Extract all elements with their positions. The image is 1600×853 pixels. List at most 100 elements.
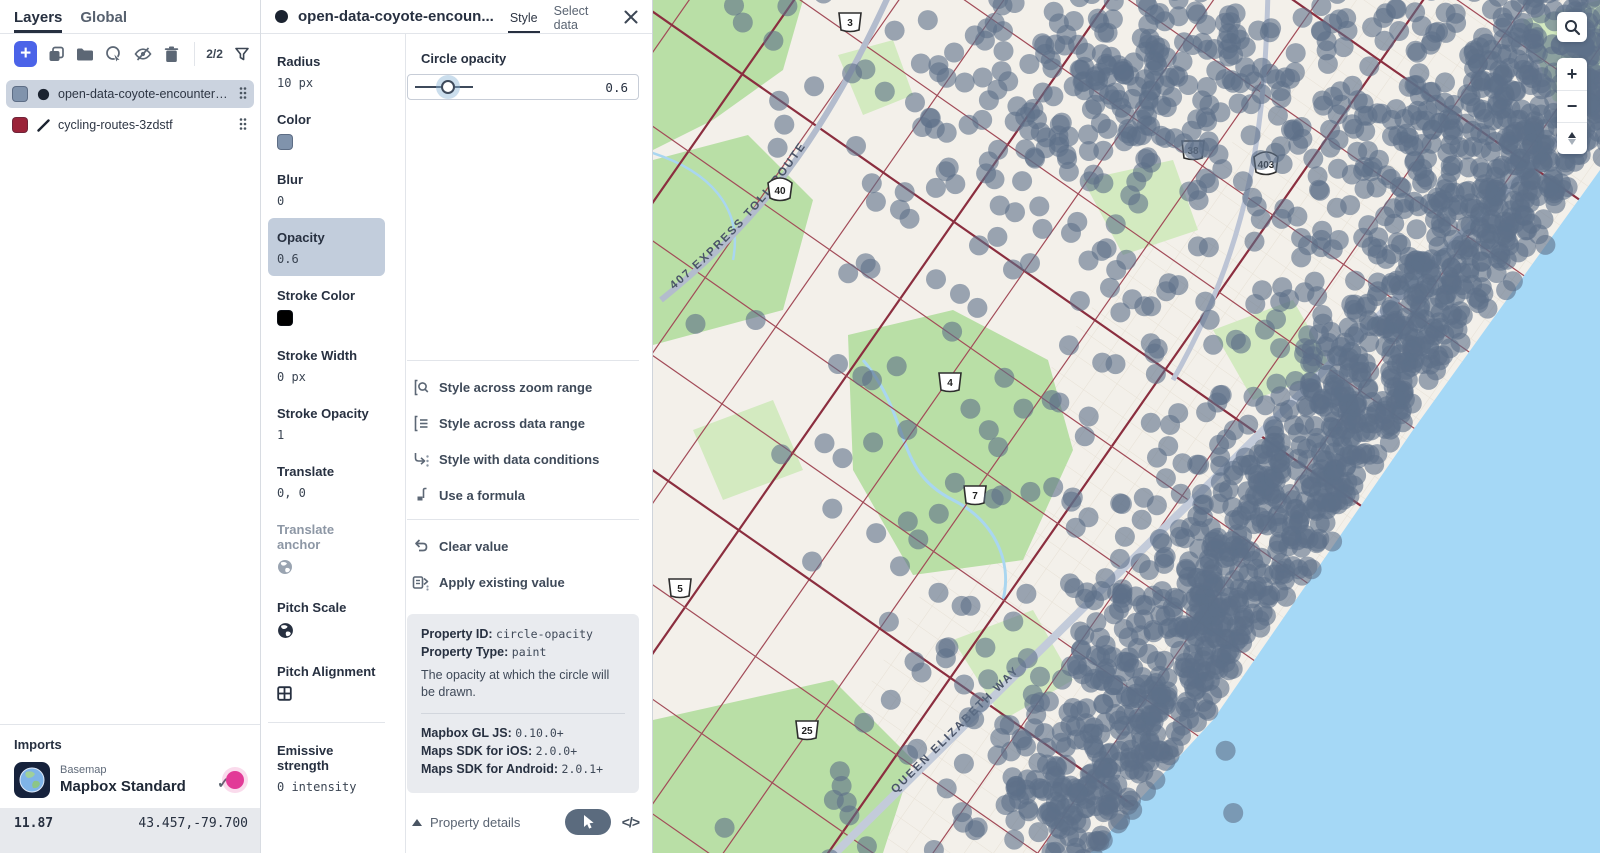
layer-list: open-data-coyote-encounters-7lx... cycli… [0, 74, 260, 142]
coordinates: 43.457,-79.700 [138, 816, 248, 831]
prop-radius[interactable]: Radius 10 px [268, 42, 385, 100]
zoom-range-icon [412, 378, 430, 396]
property-details-toggle[interactable]: Property details [412, 815, 520, 830]
cursor-mode-button[interactable] [565, 809, 611, 835]
delete-layer-icon[interactable] [163, 45, 179, 63]
map-search-button[interactable] [1557, 12, 1587, 42]
basemap-import-row[interactable]: Basemap Mapbox Standard ✓ [14, 762, 246, 798]
duplicate-layer-icon[interactable] [48, 45, 65, 63]
circle-layer-icon [36, 87, 50, 101]
property-editor-title: Circle opacity [421, 51, 652, 66]
hide-layer-icon[interactable] [134, 45, 152, 63]
map-canvas[interactable]: 407 EXPRESS TOLL ROUTE QUEEN ELIZABETH W… [653, 0, 1600, 853]
layer-row-coyote-encounters[interactable]: open-data-coyote-encounters-7lx... [6, 80, 254, 108]
svg-text:25: 25 [801, 726, 813, 737]
prop-translate[interactable]: Translate 0, 0 [268, 452, 385, 510]
tab-select-data[interactable]: Select data [554, 0, 612, 39]
close-icon[interactable] [622, 7, 641, 27]
imports-section: Imports Basemap Mapbox Standard ✓ [0, 724, 260, 808]
property-editor: Circle opacity 0.6 Style across zoom ran… [406, 34, 652, 853]
layer-color-swatch [12, 117, 28, 133]
property-list: Radius 10 px Color Blur 0 Opacity 0.6 St… [268, 42, 385, 804]
opacity-slider-box: 0.6 [407, 74, 639, 100]
line-layer-icon [36, 118, 50, 132]
action-style-with-data-conditions[interactable]: Style with data conditions [408, 441, 652, 477]
prop-blur[interactable]: Blur 0 [268, 160, 385, 218]
basemap-thumbnail [14, 762, 50, 798]
select-on-map-icon[interactable] [105, 45, 123, 63]
editor-header: open-data-coyote-encoun... Style Select … [261, 0, 652, 34]
layer-label: open-data-coyote-encounters-7lx... [58, 87, 228, 101]
svg-text:4: 4 [947, 378, 953, 389]
tab-style[interactable]: Style [510, 2, 538, 32]
globe-icon [277, 622, 376, 642]
property-info-box: Property ID: circle-opacity Property Typ… [407, 614, 639, 793]
gl-js-version: 0.10.0+ [515, 726, 563, 740]
code-view-icon[interactable]: </> [622, 814, 639, 830]
add-layer-button[interactable]: + [14, 41, 37, 67]
svg-text:7: 7 [972, 491, 978, 502]
basemap-kind: Basemap [60, 764, 206, 778]
prop-pitch-alignment[interactable]: Pitch Alignment [268, 652, 385, 714]
circle-layer-icon [275, 10, 288, 23]
opacity-slider[interactable] [415, 86, 473, 88]
prop-opacity[interactable]: Opacity 0.6 [268, 218, 385, 276]
prop-translate-anchor[interactable]: Translate anchor [268, 510, 385, 588]
apply-value-icon [412, 573, 430, 591]
color-swatch[interactable] [277, 134, 293, 150]
tab-layers[interactable]: Layers [14, 1, 62, 32]
action-clear-value[interactable]: Clear value [408, 528, 652, 564]
drag-handle-icon[interactable] [238, 86, 248, 103]
layers-toolbar: + 2/2 [0, 34, 260, 74]
data-range-icon [412, 414, 430, 432]
action-style-across-data-range[interactable]: Style across data range [408, 405, 652, 441]
property-description: The opacity at which the circle will be … [421, 667, 625, 701]
android-sdk-version: 2.0.1+ [562, 762, 604, 776]
prop-stroke-width[interactable]: Stroke Width 0 px [268, 336, 385, 394]
prop-color[interactable]: Color [268, 100, 385, 160]
opacity-value[interactable]: 0.6 [605, 80, 628, 95]
basemap-status-indicator: ✓ [216, 765, 246, 795]
drag-handle-icon[interactable] [238, 117, 248, 134]
layers-panel: Layers Global + 2/2 open-d [0, 0, 261, 853]
action-use-a-formula[interactable]: Use a formula [408, 477, 652, 513]
globe-icon [277, 559, 376, 578]
property-divider [268, 722, 385, 723]
filter-layers-icon[interactable] [234, 45, 250, 63]
map-statusbar: 11.87 43.457,-79.700 [0, 808, 260, 853]
slider-handle[interactable] [441, 80, 455, 94]
layer-count: 2/2 [206, 47, 223, 61]
prop-stroke-opacity[interactable]: Stroke Opacity 1 [268, 394, 385, 452]
zoom-level: 11.87 [14, 816, 53, 831]
basemap-name: Mapbox Standard [60, 778, 206, 797]
layer-label: cycling-routes-3zdstf [58, 118, 228, 132]
map-zoom-controls: + − [1557, 58, 1587, 154]
undo-icon [412, 537, 430, 555]
compass-button[interactable] [1557, 122, 1587, 154]
action-style-across-zoom-range[interactable]: Style across zoom range [408, 369, 652, 405]
tab-global[interactable]: Global [80, 1, 127, 32]
group-folder-icon[interactable] [76, 45, 94, 63]
svg-text:3: 3 [847, 18, 853, 29]
data-conditions-icon [412, 450, 430, 468]
layer-editor-panel: open-data-coyote-encoun... Style Select … [261, 0, 653, 853]
layers-panel-tabs: Layers Global [0, 0, 260, 34]
toolbar-divider [194, 42, 195, 66]
prop-stroke-color[interactable]: Stroke Color [268, 276, 385, 336]
prop-emissive-strength[interactable]: Emissive strength 0 intensity [268, 731, 385, 804]
svg-text:40: 40 [774, 186, 786, 197]
zoom-in-button[interactable]: + [1557, 58, 1587, 90]
pink-status-dot [226, 771, 244, 789]
prop-pitch-scale[interactable]: Pitch Scale [268, 588, 385, 652]
svg-text:5: 5 [677, 584, 683, 595]
grid-icon [277, 686, 376, 704]
zoom-out-button[interactable]: − [1557, 90, 1587, 122]
action-apply-existing-value[interactable]: Apply existing value [408, 564, 652, 600]
layer-color-swatch [12, 86, 28, 102]
formula-icon [412, 486, 430, 504]
property-type: paint [512, 645, 547, 659]
collapse-icon [412, 819, 422, 826]
ios-sdk-version: 2.0.0+ [536, 744, 578, 758]
stroke-color-swatch[interactable] [277, 310, 293, 326]
layer-row-cycling-routes[interactable]: cycling-routes-3zdstf [6, 111, 254, 139]
